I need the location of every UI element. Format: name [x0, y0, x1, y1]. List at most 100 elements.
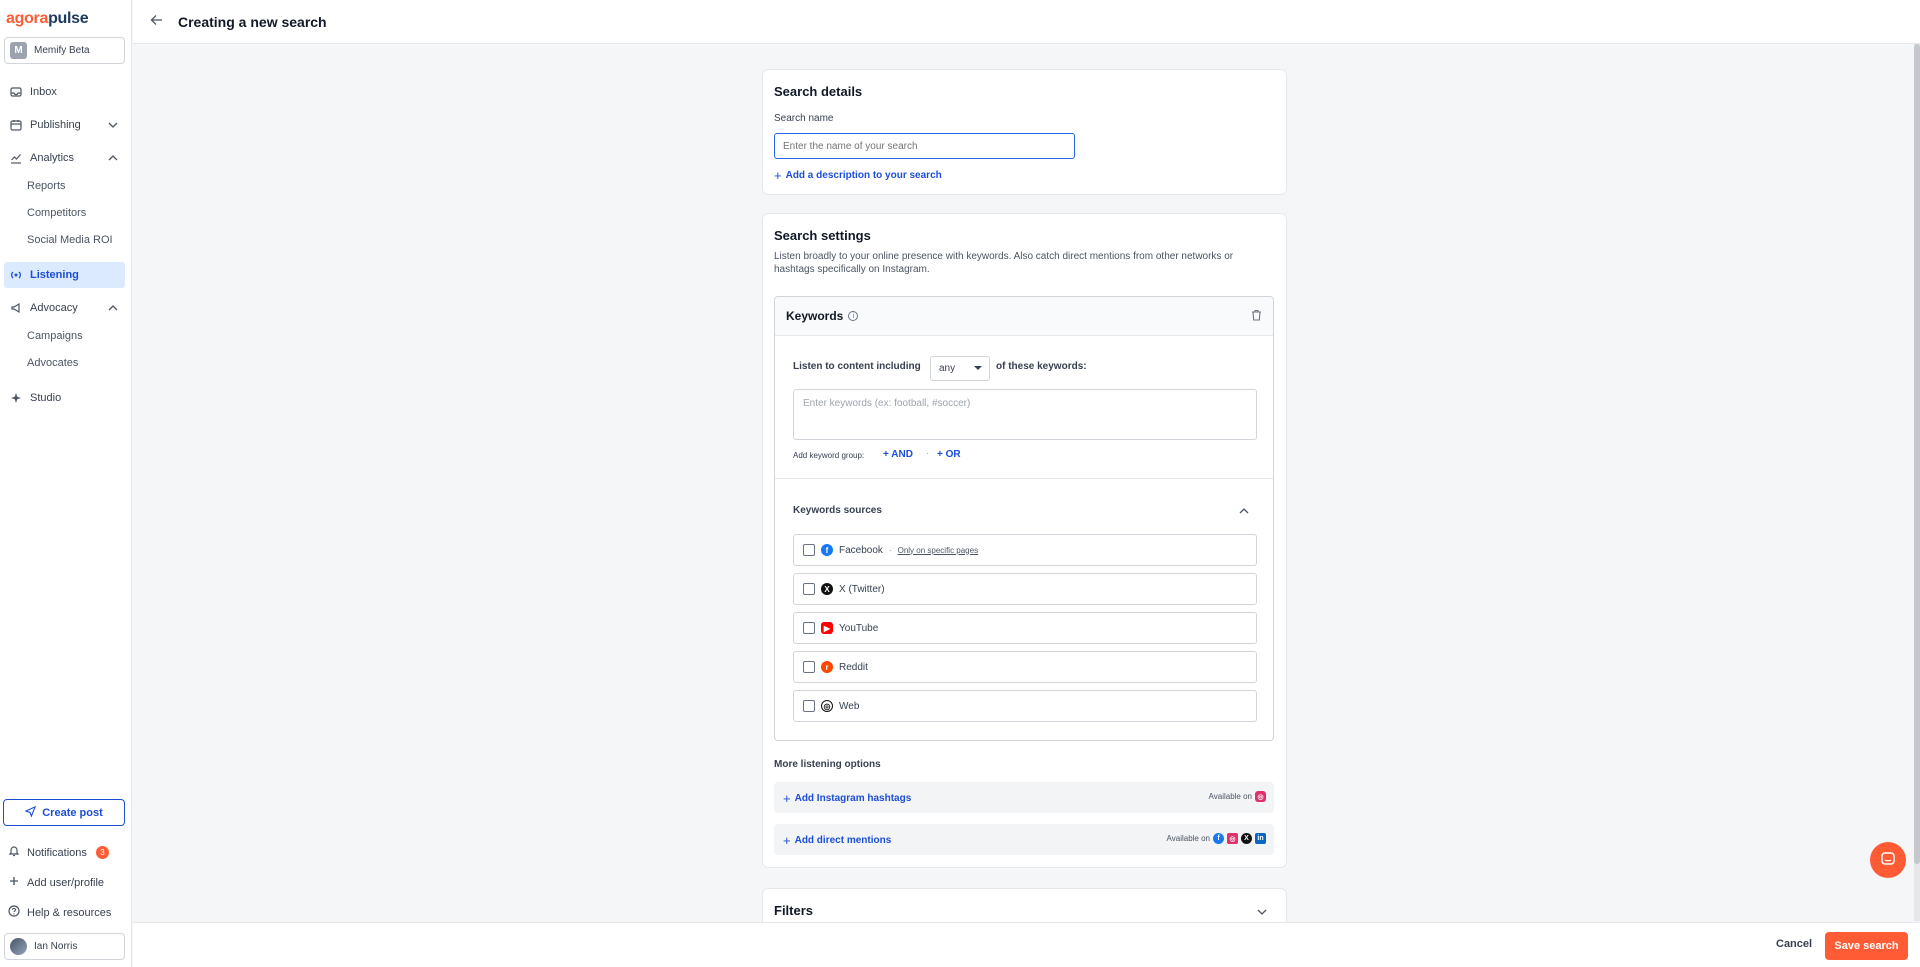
- plus-icon: +: [774, 168, 782, 183]
- of-keywords-label: of these keywords:: [996, 361, 1087, 372]
- specific-pages-link[interactable]: Only on specific pages: [898, 546, 979, 555]
- user-profile[interactable]: Ian Norris: [4, 933, 125, 960]
- avatar: [10, 938, 27, 955]
- add-direct-mentions-button[interactable]: + Add direct mentions: [783, 833, 891, 848]
- info-icon[interactable]: i: [848, 311, 859, 321]
- search-details-title: Search details: [774, 84, 863, 99]
- add-user-label: Add user/profile: [27, 876, 105, 889]
- availability-info: Available on f ◎ X in: [1167, 833, 1266, 844]
- sidebar-item-studio[interactable]: Studio: [4, 385, 125, 411]
- cancel-button[interactable]: Cancel: [1776, 938, 1812, 950]
- instagram-hashtags-row: + Add Instagram hashtags Available on ◎: [774, 782, 1274, 813]
- source-youtube[interactable]: ▶ YouTube: [793, 612, 1257, 644]
- x-twitter-checkbox[interactable]: [803, 583, 815, 595]
- source-reddit[interactable]: r Reddit: [793, 651, 1257, 683]
- agorapulse-logo[interactable]: agorapulse: [6, 10, 89, 28]
- workspace-avatar: M: [10, 42, 27, 59]
- separator-dot: ·: [926, 448, 930, 459]
- inbox-icon: [9, 85, 23, 99]
- web-checkbox[interactable]: [803, 700, 815, 712]
- page-title: Creating a new search: [178, 13, 327, 30]
- notifications-badge: 3: [95, 846, 109, 859]
- create-post-button[interactable]: Create post: [3, 799, 125, 826]
- youtube-checkbox[interactable]: [803, 622, 815, 634]
- scrollbar-thumb[interactable]: [1914, 44, 1920, 864]
- sidebar: agorapulse M Memify Beta Inbox Publishin…: [0, 0, 132, 967]
- sidebar-item-label: Listening: [30, 269, 79, 281]
- availability-info: Available on ◎: [1209, 791, 1266, 802]
- workspace-selector[interactable]: M Memify Beta: [4, 37, 125, 64]
- sidebar-item-analytics[interactable]: Analytics: [4, 145, 125, 171]
- plus-icon: +: [783, 833, 791, 848]
- add-or-group-button[interactable]: + OR: [937, 449, 961, 460]
- source-facebook[interactable]: f Facebook · Only on specific pages: [793, 534, 1257, 566]
- caret-down-icon: [974, 366, 982, 370]
- keywords-input[interactable]: Enter keywords (ex: football, #soccer): [793, 389, 1257, 440]
- chevron-down-icon[interactable]: [107, 119, 119, 134]
- divider: [775, 478, 1273, 479]
- chat-button[interactable]: [1870, 842, 1906, 878]
- add-instagram-hashtags-button[interactable]: + Add Instagram hashtags: [783, 791, 911, 806]
- keyword-group-label: Add keyword group:: [793, 451, 865, 460]
- search-settings-description: Listen broadly to your online presence w…: [774, 251, 1234, 275]
- sidebar-item-listening[interactable]: Listening: [4, 262, 125, 288]
- source-x-twitter[interactable]: X X (Twitter): [793, 573, 1257, 605]
- plus-icon: +: [937, 449, 946, 460]
- source-web[interactable]: ◎ Web: [793, 690, 1257, 722]
- reddit-checkbox[interactable]: [803, 661, 815, 673]
- sparkle-icon: [9, 391, 23, 405]
- x-icon: X: [1241, 833, 1252, 844]
- sidebar-subitem-social-media-roi[interactable]: Social Media ROI: [27, 234, 113, 246]
- sidebar-subitem-campaigns[interactable]: Campaigns: [27, 330, 83, 342]
- sidebar-subitem-competitors[interactable]: Competitors: [27, 207, 86, 219]
- sidebar-subitem-advocates[interactable]: Advocates: [27, 357, 78, 369]
- separator-dot: ·: [888, 545, 892, 555]
- keywords-box: Keywords i Listen to content including a…: [774, 296, 1274, 741]
- sidebar-item-label: Inbox: [30, 86, 57, 98]
- save-search-button[interactable]: Save search: [1825, 932, 1908, 960]
- chat-icon: [1880, 851, 1896, 870]
- send-icon: [24, 805, 37, 820]
- facebook-checkbox[interactable]: [803, 544, 815, 556]
- instagram-icon: ◎: [1227, 833, 1238, 844]
- sidebar-item-label: Advocacy: [30, 302, 78, 314]
- chevron-up-icon[interactable]: [107, 302, 119, 317]
- add-and-group-button[interactable]: + AND: [883, 449, 913, 460]
- direct-mentions-row: + Add direct mentions Available on f ◎ X…: [774, 824, 1274, 855]
- sidebar-subitem-reports[interactable]: Reports: [27, 180, 66, 192]
- search-details-card: Search details Search name + Add a descr…: [762, 69, 1287, 195]
- keywords-sources-title: Keywords sources: [793, 505, 882, 516]
- workspace-name: Memify Beta: [34, 45, 90, 56]
- trash-icon[interactable]: [1251, 309, 1262, 324]
- instagram-icon: ◎: [1255, 791, 1266, 802]
- chevron-up-icon[interactable]: [1238, 505, 1250, 520]
- sidebar-item-advocacy[interactable]: Advocacy: [4, 295, 125, 321]
- help-item[interactable]: Help & resources: [8, 905, 111, 920]
- search-settings-card: Search settings Listen broadly to your o…: [762, 213, 1287, 868]
- calendar-icon: [9, 118, 23, 132]
- create-post-label: Create post: [42, 806, 103, 819]
- listen-label: Listen to content including: [793, 361, 921, 372]
- plus-icon: +: [883, 449, 892, 460]
- keywords-header: Keywords i: [775, 297, 1273, 336]
- filters-card[interactable]: Filters: [762, 888, 1287, 922]
- chevron-down-icon[interactable]: [1256, 906, 1268, 921]
- match-select[interactable]: any: [930, 356, 990, 381]
- sidebar-item-inbox[interactable]: Inbox: [4, 79, 125, 105]
- notifications-item[interactable]: Notifications 3: [8, 845, 109, 860]
- reddit-icon: r: [821, 661, 833, 673]
- youtube-icon: ▶: [821, 622, 833, 634]
- chevron-up-icon[interactable]: [107, 152, 119, 167]
- facebook-icon: f: [821, 544, 833, 556]
- back-arrow-icon[interactable]: [150, 13, 164, 30]
- notifications-label: Notifications: [27, 846, 87, 859]
- facebook-icon: f: [1213, 833, 1224, 844]
- page-scrollbar[interactable]: [1914, 44, 1920, 921]
- add-description-link[interactable]: + Add a description to your search: [774, 168, 942, 183]
- search-name-input[interactable]: [774, 133, 1075, 159]
- add-user-item[interactable]: Add user/profile: [8, 875, 104, 890]
- sidebar-item-label: Publishing: [30, 119, 81, 131]
- sidebar-item-publishing[interactable]: Publishing: [4, 112, 125, 138]
- help-icon: [8, 905, 22, 920]
- plus-icon: [8, 875, 22, 890]
